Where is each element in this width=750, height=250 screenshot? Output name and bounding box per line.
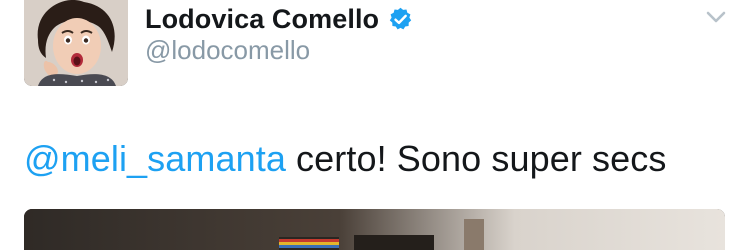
mention-link[interactable]: @meli_samanta — [24, 138, 286, 179]
tweet-media[interactable] — [24, 209, 725, 250]
display-name[interactable]: Lodovica Comello — [145, 4, 379, 35]
avatar[interactable] — [24, 0, 128, 86]
chevron-down-icon[interactable] — [705, 8, 727, 26]
tweet-card: Lodovica Comello @lodocomello @meli_sama… — [0, 0, 750, 250]
tweet-body: certo! Sono super secs — [285, 138, 667, 179]
avatar-image — [24, 0, 128, 86]
tweet-text: @meli_samanta certo! Sono super secs — [24, 138, 666, 180]
verified-badge-icon — [387, 6, 414, 33]
media-image — [24, 209, 725, 250]
user-handle[interactable]: @lodocomello — [145, 35, 310, 66]
display-name-row: Lodovica Comello — [145, 2, 414, 36]
